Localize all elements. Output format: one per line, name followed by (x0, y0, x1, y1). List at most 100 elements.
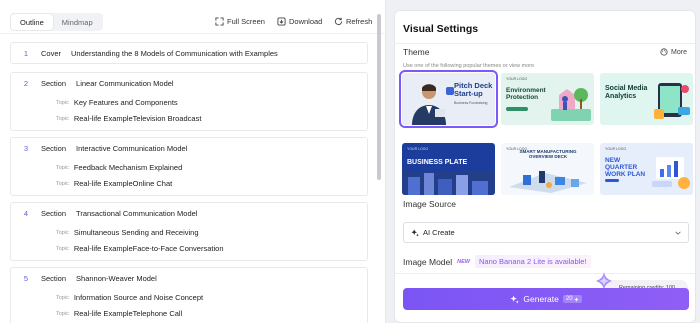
full-screen-button[interactable]: Full Screen (215, 17, 265, 26)
topic-text[interactable]: Real-life ExampleOnline Chat (74, 179, 172, 188)
topic-text[interactable]: Information Source and Noise Concept (74, 293, 203, 302)
generate-label: Generate (523, 294, 559, 304)
slide-kind: Cover (41, 49, 62, 58)
chevron-down-icon (675, 231, 681, 235)
theme-title: SMART MANUFACTURING OVERVIEW DECK (519, 149, 577, 159)
topic-label: Topic (56, 115, 69, 122)
theme-logo: YOUR LOGO (506, 77, 528, 81)
topic-label: Topic (56, 229, 69, 236)
work-plan-illustration (652, 157, 690, 189)
theme-logo: YOUR LOGO (605, 147, 627, 151)
full-screen-label: Full Screen (227, 17, 265, 26)
topic-row: Topic Real-life ExampleTelevision Broadc… (56, 114, 201, 123)
theme-card-business-plate[interactable]: YOUR LOGO BUSINESS PLATE (402, 143, 495, 195)
topic-label: Topic (56, 99, 69, 106)
topic-text[interactable]: Simultaneous Sending and Receiving (74, 228, 199, 237)
image-model-label: Image Model (403, 256, 453, 267)
topic-label: Topic (56, 294, 69, 301)
refresh-button[interactable]: Refresh (334, 17, 372, 26)
slide-kind: Section (41, 209, 67, 218)
view-tabs: Outline Mindmap (10, 13, 103, 31)
topic-label: Topic (56, 245, 69, 252)
download-button[interactable]: Download (277, 17, 322, 26)
section-card: 5 Section Shannon-Weaver Model Topic Inf… (10, 267, 368, 323)
tab-mindmap[interactable]: Mindmap (53, 14, 102, 30)
download-label: Download (289, 17, 323, 26)
outline-scrollbar[interactable] (377, 14, 381, 180)
palette-icon (660, 48, 668, 56)
slide-number: 2 (23, 79, 29, 88)
topic-row: Topic Real-life ExampleFace-to-Face Conv… (56, 244, 224, 253)
environment-illustration (551, 88, 591, 121)
generate-button[interactable]: Generate 20 (403, 288, 689, 310)
theme-title: NEW QUARTER WORK PLAN (605, 157, 646, 179)
slide-title[interactable]: Transactional Communication Model (76, 209, 197, 218)
cover-card[interactable]: 1 Cover Understanding the 8 Models of Co… (10, 42, 368, 64)
slide-title[interactable]: Interactive Communication Model (76, 144, 187, 153)
credit-icon (573, 296, 579, 302)
outline-panel: Outline Mindmap Full Screen Download Ref… (0, 0, 386, 323)
new-badge: NEW (457, 258, 470, 265)
panel-title: Visual Settings (403, 23, 479, 35)
download-icon (277, 17, 286, 26)
theme-logo: YOUR LOGO (407, 147, 429, 151)
magic-sparkle-icon (510, 294, 520, 303)
section-card: 4 Section Transactional Communication Mo… (10, 202, 368, 261)
theme-title: Pitch Deck Start-up (454, 81, 493, 99)
theme-title: Social Media Analytics (605, 85, 648, 100)
image-source-value: AI Create (423, 228, 455, 237)
theme-card-social-media[interactable]: Social Media Analytics (600, 73, 693, 125)
slide-number: 4 (23, 209, 29, 218)
theme-card-pitch-deck[interactable]: Pitch Deck Start-up Business Fundraising (399, 70, 498, 128)
refresh-label: Refresh (346, 17, 373, 26)
decor-pill (605, 179, 619, 182)
topic-text[interactable]: Feedback Mechanism Explained (74, 163, 182, 172)
section-card: 2 Section Linear Communication Model Top… (10, 72, 368, 131)
topic-row: Topic Real-life ExampleTelephone Call (56, 309, 182, 318)
slide-number: 3 (23, 144, 29, 153)
section-row: 3 Section Interactive Communication Mode… (11, 144, 187, 153)
slide-title[interactable]: Shannon-Weaver Model (76, 274, 157, 283)
slide-title[interactable]: Linear Communication Model (76, 79, 174, 88)
topic-text[interactable]: Key Features and Components (74, 98, 178, 107)
topic-text[interactable]: Real-life ExampleTelephone Call (74, 309, 182, 318)
slide-number: 5 (23, 274, 29, 283)
generate-cost-badge: 20 (562, 295, 582, 303)
topic-row: Topic Key Features and Components (56, 98, 178, 107)
topic-label: Topic (56, 164, 69, 171)
divider (395, 273, 695, 274)
social-illustration (654, 83, 690, 119)
topic-label: Topic (56, 180, 69, 187)
topic-text[interactable]: Real-life ExampleFace-to-Face Conversati… (74, 244, 224, 253)
section-row: 4 Section Transactional Communication Mo… (11, 209, 198, 218)
theme-title: Environment Protection (506, 87, 546, 102)
sparkle-icon (411, 228, 419, 237)
slide-title[interactable]: Understanding the 8 Models of Communicat… (71, 49, 278, 58)
image-model-row: Image Model NEW Nano Banana 2 Lite is av… (403, 255, 591, 268)
full-screen-icon (215, 17, 224, 26)
image-source-select[interactable]: AI Create (403, 222, 689, 243)
theme-card-environment[interactable]: YOUR LOGO Environment Protection (501, 73, 594, 125)
more-label: More (671, 48, 687, 56)
topic-text[interactable]: Real-life ExampleTelevision Broadcast (74, 114, 202, 123)
slide-kind: Section (41, 274, 67, 283)
model-notice[interactable]: Nano Banana 2 Lite is available! (474, 255, 591, 268)
visual-settings-panel: Visual Settings Theme More Use one of th… (394, 10, 696, 323)
tab-outline[interactable]: Outline (11, 14, 53, 30)
image-source-label: Image Source (403, 199, 456, 209)
theme-card-smart-manufacturing[interactable]: YOUR LOGO SMART MANUFACTURING OVERVIEW D… (501, 143, 594, 195)
divider (395, 43, 695, 44)
city-illustration (402, 171, 495, 195)
section-row: 2 Section Linear Communication Model (11, 79, 174, 88)
topic-row: Topic Real-life ExampleOnline Chat (56, 179, 172, 188)
theme-card-new-quarter[interactable]: YOUR LOGO NEW QUARTER WORK PLAN (600, 143, 693, 195)
topic-row: Topic Feedback Mechanism Explained (56, 163, 182, 172)
more-themes-button[interactable]: More (660, 48, 687, 56)
section-card: 3 Section Interactive Communication Mode… (10, 137, 368, 196)
theme-subtitle: Business Fundraising (454, 101, 488, 105)
theme-title: BUSINESS PLATE (407, 159, 468, 166)
theme-label: Theme (403, 47, 430, 57)
outline-toolbar: Outline Mindmap Full Screen Download Ref… (0, 0, 386, 34)
theme-hint: Use one of the following popular themes … (403, 63, 535, 69)
cover-row: 1 Cover Understanding the 8 Models of Co… (11, 49, 278, 58)
